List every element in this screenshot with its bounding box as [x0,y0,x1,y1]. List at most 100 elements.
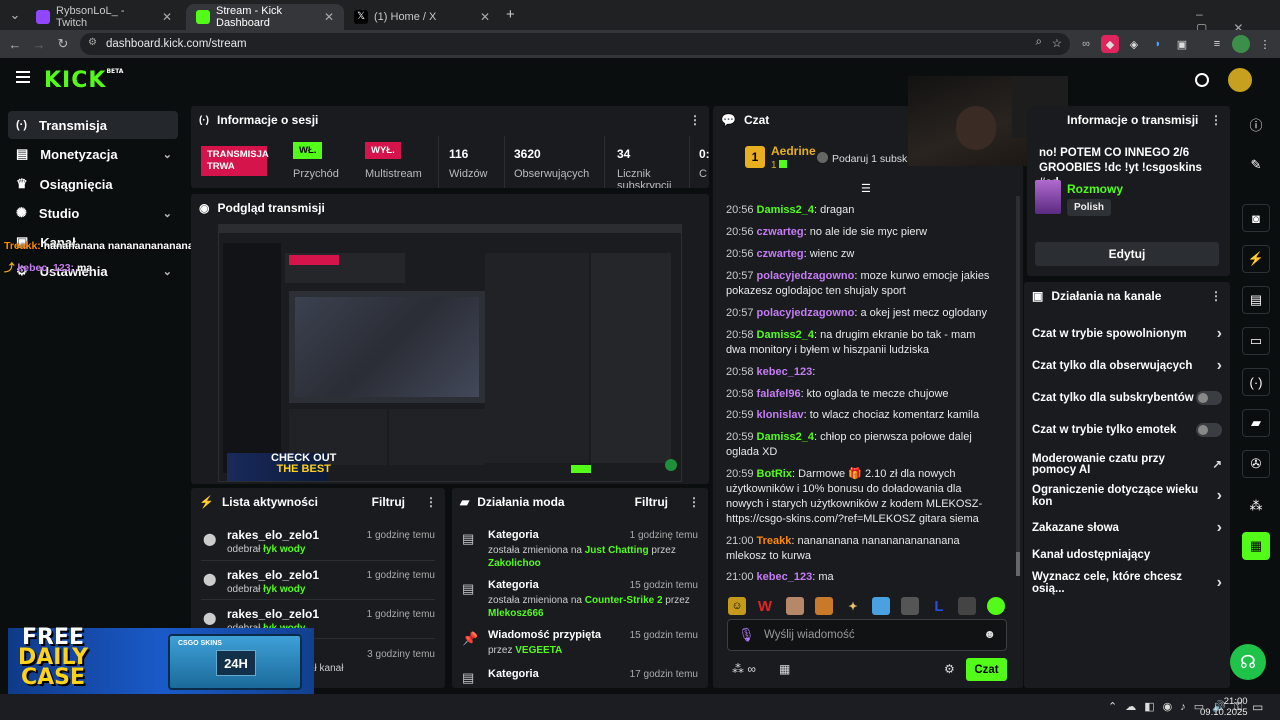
channel-action-item[interactable]: Moderowanie czatu przy pomocy AI ↗ [1032,453,1222,477]
reload-icon[interactable]: ↻ [52,33,74,55]
channel-action-item[interactable]: Wyznacz cele, które chcesz osią... › [1032,571,1222,595]
tab-twitch[interactable]: RybsonLoL_ - Twitch ✕ [26,4,182,30]
activity-row[interactable]: ⬤ rakes_elo_zelo1 1 godzinę temu odebrał… [201,568,435,606]
camera-icon[interactable]: ◙ [1242,204,1270,232]
bookmark-star-icon[interactable]: ☆ [1052,36,1062,50]
top-gifter-name[interactable]: Aedrine [771,144,816,158]
edit-stream-button[interactable]: Edytuj [1035,242,1219,266]
chat-username[interactable]: Damiss2_4 [757,431,815,443]
sidebar-item-studio[interactable]: ✺ Studio ⌄ [8,199,178,227]
extension-icon[interactable]: ◆ [1101,35,1119,53]
microphone-icon[interactable]: 🎙 [738,627,755,643]
chat-username[interactable]: Damiss2_4 [757,329,815,341]
broadcast-icon[interactable]: (·) [1242,368,1270,396]
site-info-icon[interactable]: ⚙ [88,37,97,48]
extensions-puzzle-icon[interactable]: ▣ [1173,35,1191,53]
reading-list-icon[interactable]: ≡ [1208,35,1226,53]
emote-icon[interactable]: L [930,597,948,615]
channel-action-item[interactable]: Czat w trybie spowolnionym › [1032,325,1222,343]
channel-action-item[interactable]: Czat tylko dla subskrybentów [1032,389,1222,407]
chat-username[interactable]: Damiss2_4 [757,204,815,216]
shield-icon[interactable]: ▰ [1242,409,1270,437]
new-tab-button[interactable]: + [506,6,515,23]
profile-avatar[interactable] [1232,35,1250,53]
filter-button[interactable]: Filtruj [635,495,668,509]
extension-icon[interactable]: ◗ [1149,35,1167,53]
kick-logo[interactable]: KICKBETA [44,68,123,93]
chat-username[interactable]: falafel96 [757,388,801,400]
tab-search-icon[interactable]: ⌄ [4,4,26,26]
emoji-icon[interactable]: ☻ [983,627,996,641]
chat-username[interactable]: czwarteg [757,226,804,238]
multistream-badge[interactable]: WYŁ. [365,142,401,159]
send-chat-button[interactable]: Czat [966,658,1007,681]
close-icon[interactable]: ✕ [324,10,334,24]
taskbar-clock[interactable]: 21:00 09.10.2025 [1200,696,1248,718]
chat-username[interactable]: Treakk [757,535,792,547]
kebab-menu-icon[interactable]: ⋮ [425,495,437,509]
toggle-switch[interactable] [1196,391,1222,405]
drops-icon[interactable]: ⁂ [1242,492,1270,520]
emote-icon[interactable] [987,597,1005,615]
emote-icon[interactable]: W [756,597,774,615]
chat-username[interactable]: kebec_123 [757,366,813,378]
chat-username[interactable]: polacyjedzagowno [757,307,855,319]
toggle-switch[interactable] [1196,423,1222,437]
emote-icon[interactable]: ☺ [728,597,746,615]
pencil-icon[interactable]: ✎ [1242,151,1270,179]
store-icon[interactable]: ▦ [779,662,790,676]
forward-icon[interactable]: → [28,33,50,55]
tab-x[interactable]: 𝕏 (1) Home / X ✕ [344,4,500,30]
sidebar-item-transmisja[interactable]: (·) Transmisja [8,111,178,139]
settings-gear-icon[interactable]: ⚙ [944,662,955,676]
kebab-menu-icon[interactable]: ⋮ [1210,289,1222,303]
gift-sub-button[interactable]: Podaruj 1 subskry [817,152,916,165]
menu-kebab-icon[interactable]: ⋮ [1256,35,1274,53]
channel-action-item[interactable]: Zakazane słowa › [1032,519,1222,537]
filter-lines-icon[interactable]: ☰ [861,182,871,195]
clock-icon[interactable] [1195,73,1209,87]
kebab-menu-icon[interactable]: ⋮ [688,495,700,509]
filter-button[interactable]: Filtruj [372,495,405,509]
chat-username[interactable]: polacyjedzagowno [757,270,855,282]
drops-icon[interactable]: ⁂ ∞ [732,662,756,676]
emote-icon[interactable] [786,597,804,615]
lightning-icon[interactable]: ⚡ [1242,245,1270,273]
chat-bubble-icon[interactable]: ▭ [1242,327,1270,355]
document-icon[interactable]: ▤ [1242,286,1270,314]
kebab-menu-icon[interactable]: ⋮ [1210,113,1222,127]
back-icon[interactable]: ← [4,33,26,55]
emote-icon[interactable] [872,597,890,615]
zoom-icon[interactable]: ⌕ [1036,36,1042,49]
extension-icon[interactable]: ∞ [1077,35,1095,53]
sidebar-item-monetyzacja[interactable]: ▤ Monetyzacja ⌄ [8,140,178,168]
kebab-menu-icon[interactable]: ⋮ [689,113,701,127]
close-icon[interactable]: ✕ [162,10,172,24]
income-badge[interactable]: WŁ. [293,142,323,159]
clapper-icon[interactable]: ▦ [1242,532,1270,560]
channel-action-item[interactable]: Czat tylko dla obserwujących › [1032,357,1222,375]
stream-preview-video[interactable]: CHECK OUT THE BEST [218,224,682,482]
close-icon[interactable]: ✕ [480,10,490,24]
channel-action-item[interactable]: Ograniczenie dotyczące wieku kon › [1032,484,1222,508]
chat-username[interactable]: BotRix [757,468,792,480]
emote-icon[interactable] [901,597,919,615]
emote-icon[interactable] [815,597,833,615]
tab-kick-dashboard[interactable]: Stream - Kick Dashboard ✕ [186,4,344,30]
stream-category[interactable]: Rozmowy [1067,182,1123,196]
chat-input[interactable]: 🎙 Wyślij wiadomość ☻ [727,619,1007,651]
info-icon[interactable]: ⓘ [1242,110,1270,138]
extension-icon[interactable]: ◈ [1125,35,1143,53]
notifications-icon[interactable]: ▭ [1252,700,1263,714]
chat-username[interactable]: czwarteg [757,248,804,260]
emote-icon[interactable]: ✦ [844,597,862,615]
emote-icon[interactable] [958,597,976,615]
chat-username[interactable]: kebec_123 [757,571,813,583]
support-headset-icon[interactable]: ☊ [1230,644,1266,680]
user-avatar[interactable] [1228,68,1252,92]
sidebar-item-osiagniecia[interactable]: ♛ Osiągnięcia [8,170,178,198]
url-input[interactable]: ⚙ dashboard.kick.com/stream ⌕ ☆ [80,33,1070,55]
hamburger-menu-icon[interactable] [16,71,30,83]
wrench-icon[interactable]: ✇ [1242,450,1270,478]
channel-action-item[interactable]: Kanał udostępniający [1032,546,1222,564]
